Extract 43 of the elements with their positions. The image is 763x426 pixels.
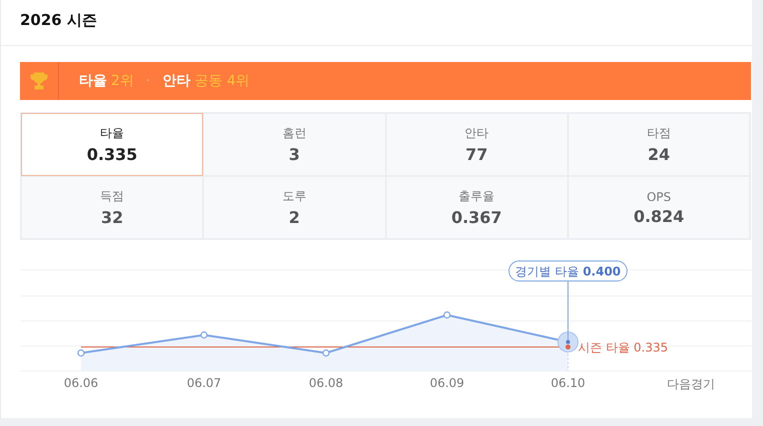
data-point [443,311,451,319]
stat-label: 안타 [464,125,489,142]
stat-tile[interactable]: 득점 32 [21,176,204,239]
next-game-label: 다음경기 [666,376,716,393]
stat-tile[interactable]: 타율 0.335 [21,113,204,176]
stat-label: OPS [646,190,672,204]
rank-value: 공동 4위 [194,72,250,90]
stat-value: 2 [288,208,300,227]
rank-value: 2위 [111,72,134,90]
stat-value: 32 [100,208,124,227]
stat-value: 0.367 [451,208,502,227]
stat-value: 77 [465,145,488,164]
stat-value: 24 [648,145,670,164]
tooltip: 경기별 타율 0.400 [508,260,628,282]
stat-value: 0.824 [634,206,684,226]
stat-value: 0.335 [86,145,138,164]
season-average-label: 시즌 타율 0.335 [578,340,668,354]
stat-tile[interactable]: 홈런 3 [203,113,386,176]
date-label: 06.07 [186,376,222,390]
date-label: 06.08 [308,376,344,390]
data-point [77,349,85,357]
date-label: 06.10 [550,376,586,390]
stat-label: 도루 [282,188,306,205]
stat-label: 타율 [100,125,124,142]
date-label: 06.09 [428,376,466,390]
stat-tile[interactable]: 도루 2 [203,176,386,239]
stat-label: 출루율 [458,188,495,205]
stat-label: 득점 [100,188,124,205]
separator-dot: · [146,73,150,89]
stat-tile[interactable]: 타점 24 [568,113,750,176]
data-point [322,349,330,357]
trophy-icon [29,71,49,91]
section-title: 2026 시즌 [1,0,752,46]
stat-value: 3 [288,145,300,164]
stat-tile[interactable]: 안타 77 [386,113,568,176]
rank-stat: 타율 [79,72,107,90]
date-label: 06.06 [62,376,100,390]
data-point [200,331,208,339]
stat-tile[interactable]: OPS 0.824 [568,176,750,239]
stat-label: 타점 [646,125,671,142]
stat-tile[interactable]: 출루율 0.367 [386,176,568,239]
stat-label: 홈런 [282,125,306,142]
rank-stat: 안타 [162,72,190,90]
